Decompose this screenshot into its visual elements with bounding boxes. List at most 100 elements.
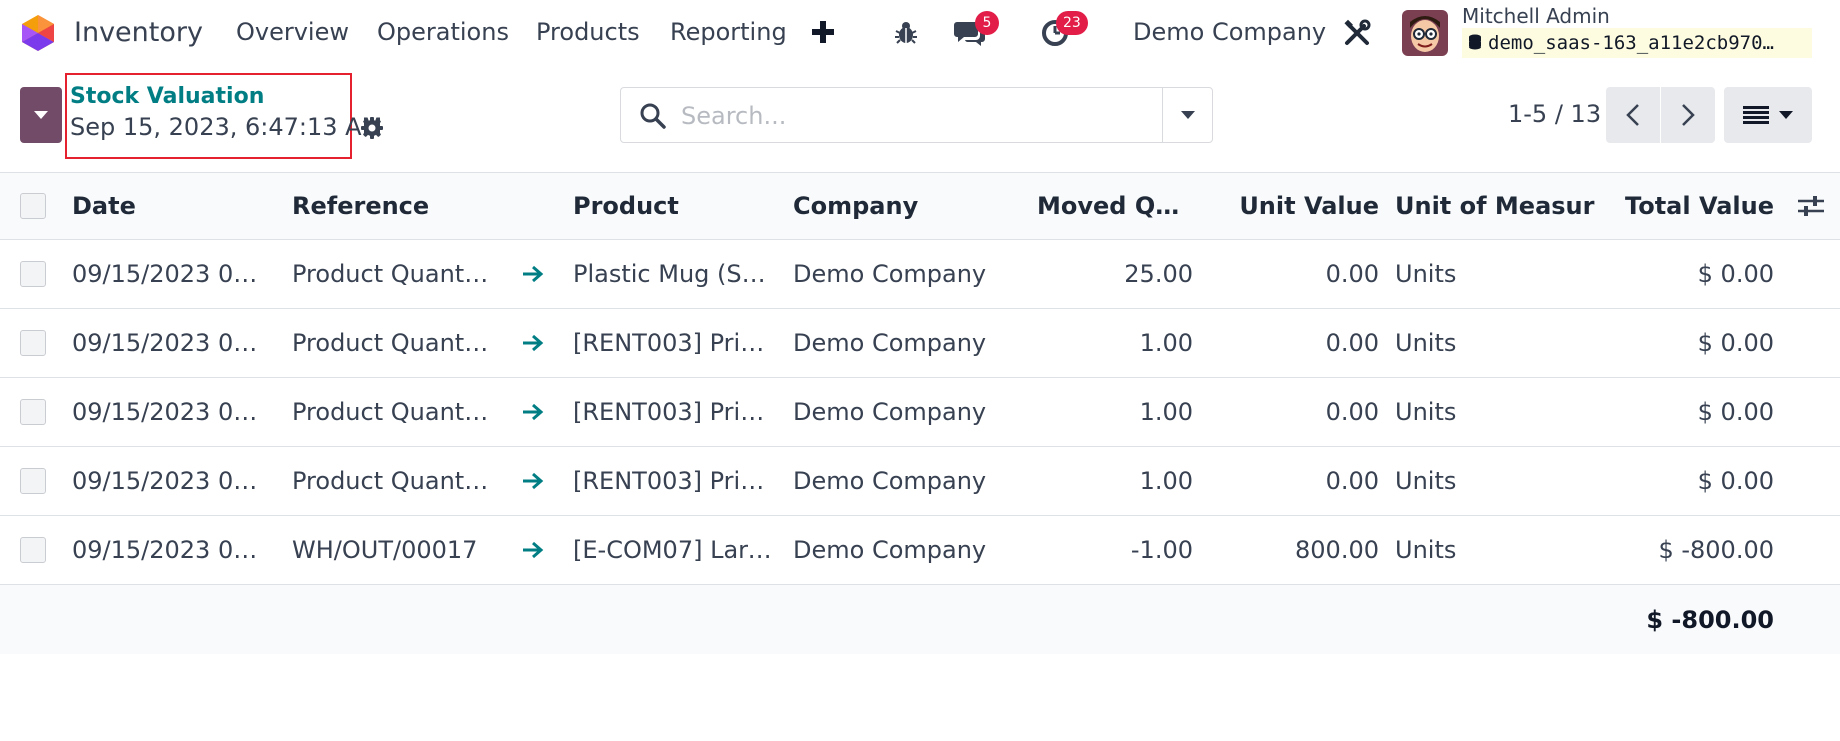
app-name[interactable]: Inventory [74,13,203,51]
top-navbar: Inventory Overview Operations Products R… [0,0,1840,66]
column-moved-quantity[interactable]: Moved Qua… [1037,173,1193,239]
gear-icon[interactable] [358,114,386,142]
list-header: Date Reference Product Company Moved Qua… [0,172,1840,240]
cell-product: [RENT003] Printer [573,329,776,357]
cell-product: [RENT003] Printer [573,467,776,495]
cell-reference: Product Quanti… [292,260,492,288]
cell-company: Demo Company [793,467,987,495]
pager-previous-button[interactable] [1606,87,1660,143]
sidebar-toggle-button[interactable] [20,87,62,143]
activities-count-badge: 23 [1056,11,1088,35]
search-bar [620,87,1213,143]
cell-moved-quantity: 1.00 [1139,398,1193,426]
search-input[interactable] [681,96,1181,136]
cell-total-value: $ -800.00 [1658,536,1774,564]
cell-unit-value: 0.00 [1325,260,1379,288]
menu-products[interactable]: Products [536,13,640,51]
table-row[interactable]: 09/15/2023 06:… Product Quanti… [RENT003] … [0,309,1840,378]
database-label: demo_saas-163_a11e2cb970… [1488,32,1774,54]
chevron-left-icon [1626,104,1639,126]
column-date[interactable]: Date [72,173,262,239]
cell-moved-quantity: 1.00 [1139,329,1193,357]
menu-reporting[interactable]: Reporting [670,13,787,51]
database-name: demo_saas-163_a11e2cb970… [1462,28,1812,58]
arrow-right-icon [522,240,546,308]
cell-reference: Product Quanti… [292,467,492,495]
database-icon [1468,34,1482,52]
row-checkbox[interactable] [20,468,46,494]
table-row[interactable]: 09/15/2023 06:… Product Quanti… [RENT003] … [0,447,1840,516]
search-icon [639,102,667,130]
cell-product: [RENT003] Printer [573,398,776,426]
user-name[interactable]: Mitchell Admin [1462,2,1610,30]
column-unit-of-measure[interactable]: Unit of Measure [1395,173,1595,239]
caret-down-icon [1779,111,1793,119]
cell-product: [E-COM07] Larg… [573,536,776,564]
search-options-toggle[interactable] [1162,88,1213,142]
cell-company: Demo Company [793,329,987,357]
breadcrumb-current-date: Sep 15, 2023, 6:47:13 AM [70,113,383,141]
cell-moved-quantity: -1.00 [1130,536,1193,564]
view-switcher-button[interactable] [1724,87,1812,143]
cell-total-value: $ 0.00 [1697,260,1774,288]
arrow-right-icon [522,378,546,446]
cell-unit-value: 800.00 [1295,536,1379,564]
cell-unit-value: 0.00 [1325,398,1379,426]
pager-value[interactable]: 1-5 / 13 [1508,100,1601,130]
menu-operations[interactable]: Operations [377,13,509,51]
optional-columns-toggle[interactable] [1796,173,1826,239]
table-row[interactable]: 09/15/2023 06:… Product Quanti… Plastic Mu… [0,240,1840,309]
messages-count-badge: 5 [975,11,999,35]
column-reference[interactable]: Reference [292,173,522,239]
cell-total-value: $ 0.00 [1697,398,1774,426]
tools-icon[interactable] [1341,13,1373,53]
arrow-right-icon [522,309,546,377]
cell-total-value: $ 0.00 [1697,467,1774,495]
cell-unit-value: 0.00 [1325,329,1379,357]
sliders-icon [1798,196,1824,216]
column-product[interactable]: Product [573,173,773,239]
cell-total-value: $ 0.00 [1697,329,1774,357]
breadcrumb-stock-valuation[interactable]: Stock Valuation [70,84,264,109]
row-checkbox[interactable] [20,537,46,563]
list-view-icon [1743,106,1769,124]
cell-date: 09/15/2023 06:… [72,467,268,495]
row-checkbox[interactable] [20,261,46,287]
column-company[interactable]: Company [793,173,993,239]
row-checkbox[interactable] [20,330,46,356]
user-avatar[interactable] [1402,10,1448,56]
odoo-app-logo-icon[interactable] [20,14,56,52]
cell-company: Demo Company [793,260,987,288]
list-footer: $ -800.00 [0,585,1840,654]
select-all-checkbox[interactable] [20,193,46,219]
caret-down-icon [34,111,48,119]
cell-company: Demo Company [793,398,987,426]
cell-unit-value: 0.00 [1325,467,1379,495]
cell-date: 09/15/2023 06:… [72,329,268,357]
cell-date: 09/15/2023 06:… [72,260,268,288]
cell-moved-quantity: 25.00 [1124,260,1193,288]
company-switcher[interactable]: Demo Company [1133,13,1326,51]
menu-overview[interactable]: Overview [236,13,349,51]
column-unit-value[interactable]: Unit Value [1200,173,1379,239]
table-row[interactable]: 09/15/2023 06:… WH/OUT/00017 [E-COM07] Lar… [0,516,1840,585]
cell-reference: Product Quanti… [292,329,492,357]
cell-date: 09/15/2023 06:… [72,536,268,564]
table-row[interactable]: 09/15/2023 06:… Product Quanti… [RENT003] … [0,378,1840,447]
cell-moved-quantity: 1.00 [1139,467,1193,495]
cell-product: Plastic Mug (SUB) [573,260,776,288]
bug-icon[interactable] [890,13,922,53]
cell-reference: WH/OUT/00017 [292,536,478,564]
chevron-right-icon [1682,104,1695,126]
caret-down-icon [1181,111,1195,119]
cell-date: 09/15/2023 06:… [72,398,268,426]
stock-valuation-list: Date Reference Product Company Moved Qua… [0,172,1840,654]
pager-next-button[interactable] [1661,87,1715,143]
column-total-value[interactable]: Total Value [1610,173,1774,239]
row-checkbox[interactable] [20,399,46,425]
cell-reference: Product Quanti… [292,398,492,426]
arrow-right-icon [522,516,546,584]
plus-icon[interactable] [812,15,834,49]
footer-total-value: $ -800.00 [1646,605,1774,634]
arrow-right-icon [522,447,546,515]
